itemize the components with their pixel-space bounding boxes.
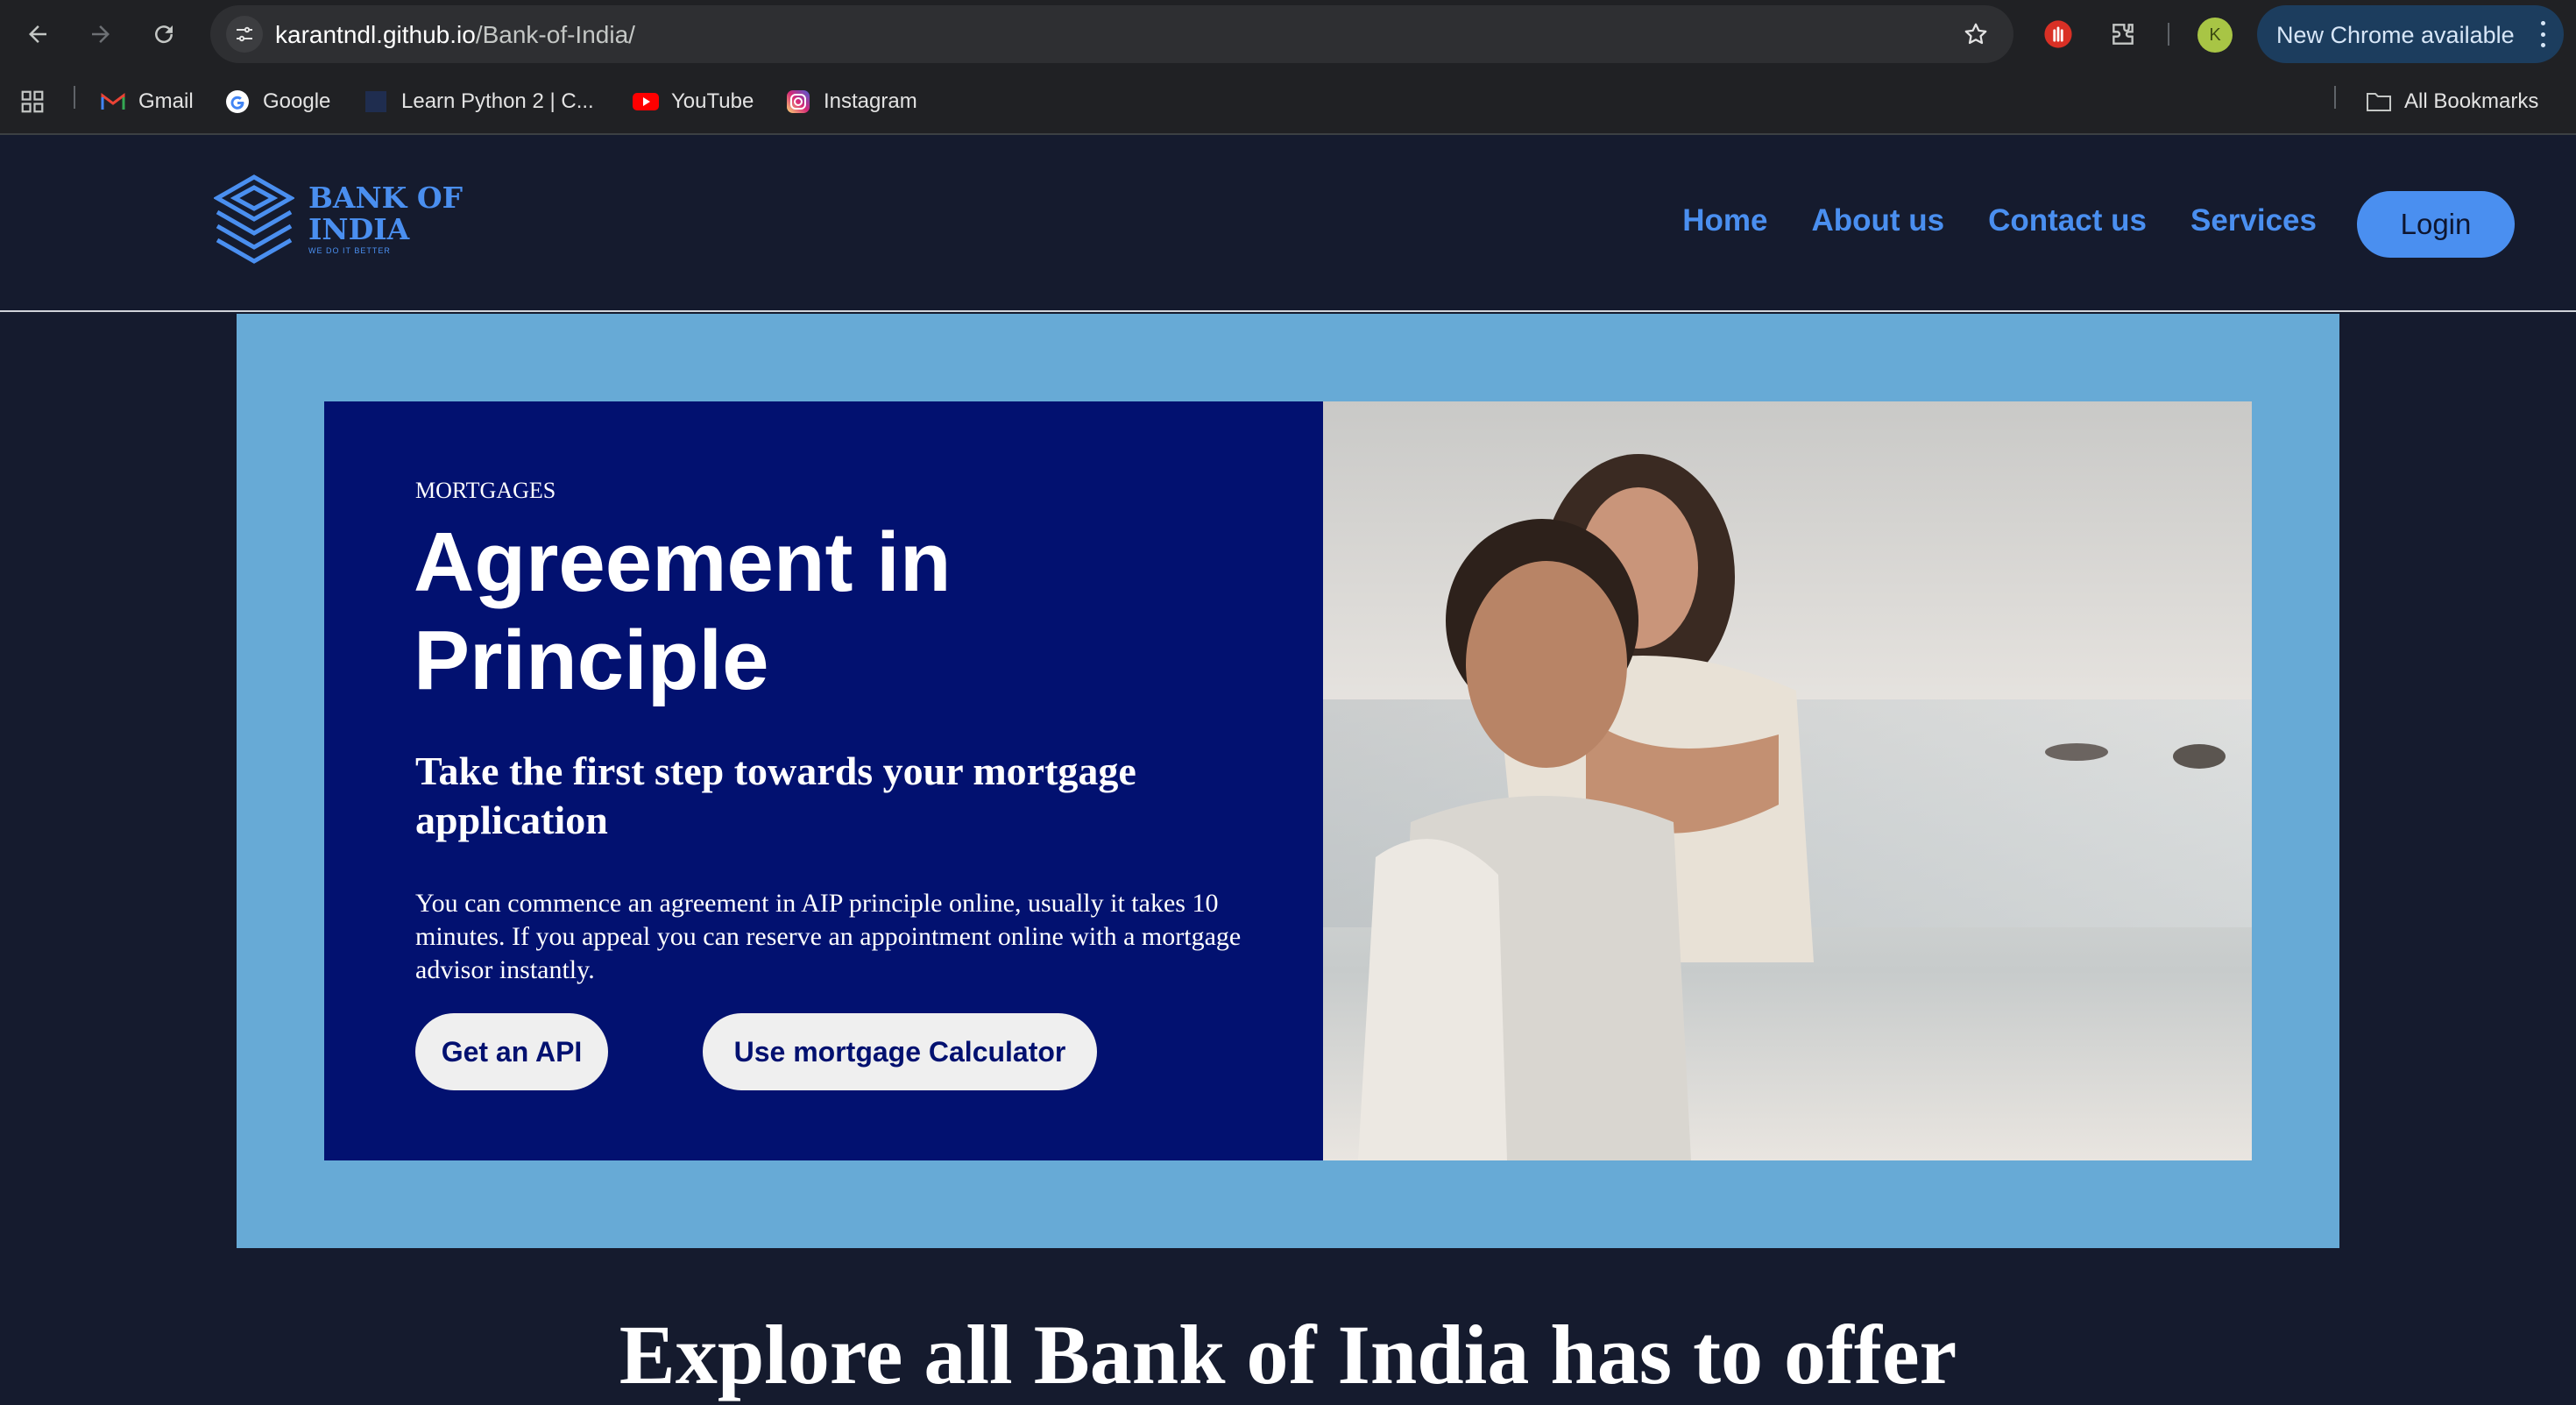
bookmark-gmail[interactable]: Gmail — [100, 86, 194, 117]
new-chrome-label: New Chrome available — [2276, 22, 2515, 48]
profile-avatar[interactable]: K — [2197, 18, 2233, 53]
youtube-icon — [633, 89, 659, 115]
bank-logo-text: BANK OF INDIA WE DO IT BETTER — [308, 182, 463, 256]
bookmark-label: YouTube — [671, 89, 754, 113]
folder-icon — [2366, 89, 2392, 115]
site-header: BANK OF INDIA WE DO IT BETTER Home About… — [0, 137, 2576, 312]
bookmark-label: Google — [263, 89, 331, 113]
google-icon — [224, 89, 251, 115]
nav-about-us[interactable]: About us — [1811, 203, 1944, 238]
hero-eyebrow: MORTGAGES — [415, 478, 556, 503]
url-path: /Bank-of-India/ — [475, 21, 635, 48]
kebab-menu-icon[interactable] — [2539, 21, 2546, 47]
bookmarks-bar: Gmail Google Learn Python 2 | C... YouTu… — [0, 68, 2576, 135]
new-chrome-available-button[interactable]: New Chrome available — [2257, 5, 2564, 63]
extension-red-hand-icon[interactable] — [2040, 16, 2077, 53]
forward-arrow-icon[interactable] — [82, 16, 119, 53]
bookmark-learn-python[interactable]: Learn Python 2 | C... — [363, 86, 594, 117]
codecademy-icon — [363, 89, 389, 115]
couple-beach-photo — [1323, 401, 2252, 1160]
nav-home[interactable]: Home — [1682, 203, 1767, 238]
explore-heading: Explore all Bank of India has to offer — [619, 1308, 1957, 1401]
all-bookmarks-label: All Bookmarks — [2404, 89, 2539, 113]
bank-logo[interactable]: BANK OF INDIA WE DO IT BETTER — [214, 174, 463, 265]
toolbar-divider — [2168, 23, 2169, 46]
bank-logo-icon — [214, 174, 294, 264]
url-text: karantndl.github.io/Bank-of-India/ — [275, 21, 635, 49]
main-nav: Home About us Contact us Services — [1682, 203, 2317, 238]
hero-title: Agreement in Principle — [414, 515, 952, 707]
instagram-icon — [785, 89, 811, 115]
all-bookmarks[interactable]: All Bookmarks — [2366, 86, 2538, 117]
bookmark-star-icon[interactable] — [1959, 18, 1992, 51]
bookmark-label: Instagram — [824, 89, 917, 113]
extensions-puzzle-icon[interactable] — [2105, 16, 2141, 53]
hero-subtitle: Take the first step towards your mortgag… — [415, 749, 1136, 842]
nav-contact-us[interactable]: Contact us — [1988, 203, 2147, 238]
bookmarks-divider-right — [2334, 86, 2336, 109]
bookmarks-divider — [74, 86, 75, 109]
get-api-button[interactable]: Get an API — [415, 1013, 608, 1090]
bookmark-label: Gmail — [138, 89, 194, 113]
logo-line-1: BANK OF — [308, 181, 464, 215]
mortgage-calculator-button[interactable]: Use mortgage Calculator — [703, 1013, 1097, 1090]
address-bar[interactable]: karantndl.github.io/Bank-of-India/ — [210, 5, 2013, 63]
hero-image — [1323, 401, 2252, 1160]
nav-services[interactable]: Services — [2190, 203, 2317, 238]
site-settings-icon[interactable] — [226, 16, 263, 53]
back-arrow-icon[interactable] — [19, 16, 56, 53]
gmail-icon — [100, 89, 126, 115]
bookmark-google[interactable]: Google — [224, 86, 330, 117]
reload-icon[interactable] — [145, 16, 182, 53]
logo-line-2: INDIA — [308, 212, 410, 246]
url-host: karantndl.github.io — [275, 21, 476, 48]
login-button[interactable]: Login — [2357, 191, 2515, 258]
bookmark-label: Learn Python 2 | C... — [401, 89, 594, 113]
browser-toolbar: karantndl.github.io/Bank-of-India/ K New… — [0, 0, 2576, 68]
bookmark-instagram[interactable]: Instagram — [785, 86, 917, 117]
bookmark-youtube[interactable]: YouTube — [633, 86, 754, 117]
hero-body: You can commence an agreement in AIP pri… — [415, 889, 1242, 984]
apps-grid-icon[interactable] — [19, 86, 46, 117]
logo-tagline: WE DO IT BETTER — [308, 246, 391, 255]
